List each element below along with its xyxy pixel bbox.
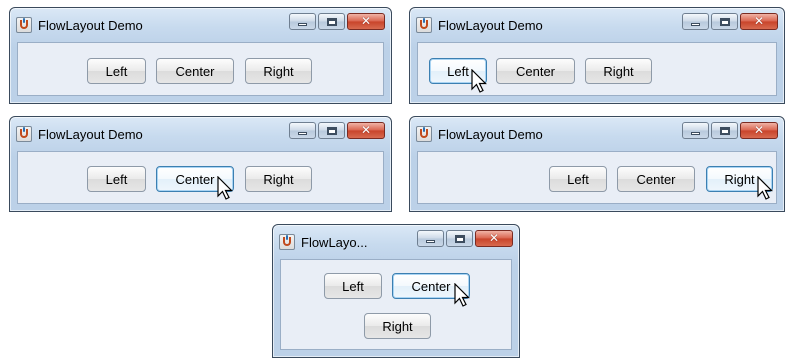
right-button[interactable]: Right bbox=[364, 313, 431, 339]
maximize-icon[interactable] bbox=[446, 230, 473, 247]
window-title: FlowLayo... bbox=[301, 234, 368, 250]
right-button[interactable]: Right bbox=[585, 58, 652, 84]
left-button[interactable]: Left bbox=[87, 58, 146, 84]
right-button[interactable]: Right bbox=[245, 166, 312, 192]
content-pane: Left Center Right bbox=[17, 151, 384, 204]
window-title: FlowLayout Demo bbox=[438, 17, 543, 33]
java-coffee-cup-icon bbox=[416, 126, 432, 142]
java-coffee-cup-icon bbox=[16, 126, 32, 142]
title-bar[interactable]: FlowLayout Demo bbox=[416, 123, 543, 145]
title-bar[interactable]: FlowLayout Demo bbox=[416, 14, 543, 36]
window-narrow-wrapped: FlowLayo... Left Center Right bbox=[272, 224, 520, 358]
center-button[interactable]: Center bbox=[156, 58, 234, 84]
right-button[interactable]: Right bbox=[245, 58, 312, 84]
center-button[interactable]: Center bbox=[617, 166, 695, 192]
content-pane: Left Center Right bbox=[417, 151, 777, 204]
left-button[interactable]: Left bbox=[324, 273, 382, 299]
window-center-hover: FlowLayout Demo Left Center Right bbox=[9, 116, 392, 212]
window-centered: FlowLayout Demo Left Center Right bbox=[9, 7, 392, 104]
mouse-pointer-icon bbox=[217, 176, 233, 200]
window-right-hover: FlowLayout Demo Left Center Right bbox=[409, 116, 785, 212]
title-bar[interactable]: FlowLayout Demo bbox=[16, 14, 143, 36]
left-button[interactable]: Left bbox=[87, 166, 146, 192]
close-icon[interactable] bbox=[475, 230, 513, 247]
maximize-icon[interactable] bbox=[318, 122, 345, 139]
java-coffee-cup-icon bbox=[279, 234, 295, 250]
left-button[interactable]: Left bbox=[549, 166, 607, 192]
window-controls bbox=[417, 230, 513, 247]
window-title: FlowLayout Demo bbox=[438, 126, 543, 142]
mouse-pointer-icon bbox=[757, 176, 773, 200]
maximize-icon[interactable] bbox=[711, 122, 738, 139]
maximize-icon[interactable] bbox=[711, 13, 738, 30]
title-bar[interactable]: FlowLayout Demo bbox=[16, 123, 143, 145]
maximize-icon[interactable] bbox=[318, 13, 345, 30]
close-icon[interactable] bbox=[740, 13, 778, 30]
window-controls bbox=[682, 13, 778, 30]
window-controls bbox=[289, 13, 385, 30]
minimize-icon[interactable] bbox=[289, 13, 316, 30]
mouse-pointer-icon bbox=[454, 283, 470, 307]
mouse-pointer-icon bbox=[471, 69, 487, 93]
minimize-icon[interactable] bbox=[682, 13, 709, 30]
window-left-hover: FlowLayout Demo Left Center Right bbox=[409, 7, 785, 104]
content-pane: Left Center Right bbox=[417, 42, 777, 96]
content-pane: Left Center Right bbox=[17, 42, 384, 96]
minimize-icon[interactable] bbox=[417, 230, 444, 247]
window-title: FlowLayout Demo bbox=[38, 17, 143, 33]
close-icon[interactable] bbox=[740, 122, 778, 139]
minimize-icon[interactable] bbox=[682, 122, 709, 139]
minimize-icon[interactable] bbox=[289, 122, 316, 139]
close-icon[interactable] bbox=[347, 122, 385, 139]
title-bar[interactable]: FlowLayo... bbox=[279, 231, 367, 253]
center-button[interactable]: Center bbox=[496, 58, 575, 84]
content-pane: Left Center Right bbox=[280, 259, 512, 350]
java-coffee-cup-icon bbox=[16, 17, 32, 33]
window-title: FlowLayout Demo bbox=[38, 126, 143, 142]
window-controls bbox=[682, 122, 778, 139]
window-controls bbox=[289, 122, 385, 139]
java-coffee-cup-icon bbox=[416, 17, 432, 33]
close-icon[interactable] bbox=[347, 13, 385, 30]
